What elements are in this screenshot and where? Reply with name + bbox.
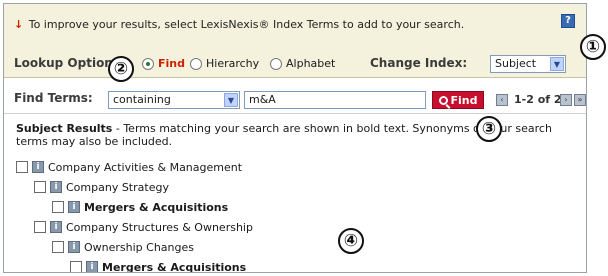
index-terms-panel: ↓ To improve your results, select LexisN… (3, 3, 587, 273)
find-terms-row: Find Terms: containing ▼ m&A Find ‹ 1-2 … (4, 88, 586, 114)
hint-bar: ↓ To improve your results, select LexisN… (4, 4, 586, 78)
results-title: Subject Results (16, 122, 113, 135)
callout-4: ④ (338, 228, 364, 254)
match-mode-select[interactable]: containing ▼ (108, 91, 240, 109)
term-checkbox[interactable] (34, 221, 46, 233)
radio-find-label: Find (158, 57, 185, 70)
info-icon[interactable]: i (68, 241, 80, 253)
next-page-button[interactable]: › (560, 94, 572, 106)
match-mode-value: containing (113, 93, 171, 106)
callout-2: ② (108, 56, 134, 82)
term-checkbox[interactable] (34, 181, 46, 193)
term-checkbox[interactable] (52, 201, 64, 213)
tree-item: i Mergers & Acquisitions (52, 198, 228, 216)
term-checkbox[interactable] (52, 241, 64, 253)
previous-page-button[interactable]: ‹ (496, 94, 508, 106)
radio-hierarchy[interactable]: Hierarchy (190, 57, 259, 70)
radio-hierarchy-label: Hierarchy (206, 57, 260, 70)
tree-item: i Company Structures & Ownership (34, 218, 253, 236)
info-icon[interactable]: i (32, 161, 44, 173)
result-count: 1-2 of 2 (514, 93, 562, 106)
down-arrow-icon: ↓ (14, 18, 24, 31)
term-label: Company Activities & Management (48, 160, 243, 174)
term-label: Company Strategy (66, 180, 169, 194)
radio-hierarchy-dot[interactable] (190, 57, 202, 70)
hint-text: To improve your results, select LexisNex… (28, 18, 465, 31)
find-button[interactable]: Find (432, 91, 484, 109)
radio-find-dot[interactable] (142, 57, 154, 70)
term-label: Ownership Changes (84, 240, 194, 254)
term-checkbox[interactable] (70, 261, 82, 272)
chevron-down-icon[interactable]: ▼ (224, 93, 238, 107)
tree-item: i Mergers & Acquisitions (70, 258, 247, 273)
term-label: Company Structures & Ownership (66, 220, 253, 234)
change-index-label: Change Index: (370, 56, 468, 70)
term-label: Mergers & Acquisitions (84, 200, 229, 214)
search-icon (438, 95, 448, 105)
info-icon[interactable]: i (50, 181, 62, 193)
info-icon[interactable]: i (68, 201, 80, 213)
tree-item: i Company Strategy (34, 178, 169, 196)
info-icon[interactable]: i (50, 221, 62, 233)
find-button-label: Find (450, 93, 478, 107)
radio-alphabet[interactable]: Alphabet (270, 57, 335, 70)
last-page-button[interactable]: » (574, 94, 586, 106)
search-terms-input[interactable]: m&A (244, 91, 426, 109)
callout-3: ③ (476, 116, 502, 142)
search-terms-value: m&A (249, 93, 276, 106)
term-checkbox[interactable] (16, 161, 28, 173)
info-icon[interactable]: i (86, 261, 98, 272)
radio-alphabet-label: Alphabet (286, 57, 336, 70)
lookup-options-row: Lookup Options: Find Hierarchy Alphabet … (14, 54, 586, 74)
help-button[interactable]: ? (561, 14, 575, 28)
hint-message: ↓ To improve your results, select LexisN… (14, 18, 464, 31)
callout-1: ① (580, 34, 606, 60)
term-label: Mergers & Acquisitions (102, 260, 247, 273)
radio-alphabet-dot[interactable] (270, 57, 282, 70)
find-terms-label: Find Terms: (14, 91, 93, 105)
index-select-value: Subject (495, 57, 537, 70)
tree-item: i Ownership Changes (52, 238, 194, 256)
chevron-down-icon[interactable]: ▼ (550, 57, 564, 71)
tree-item: i Company Activities & Management (16, 158, 242, 176)
index-select[interactable]: Subject ▼ (490, 55, 566, 73)
radio-find[interactable]: Find (142, 57, 185, 70)
